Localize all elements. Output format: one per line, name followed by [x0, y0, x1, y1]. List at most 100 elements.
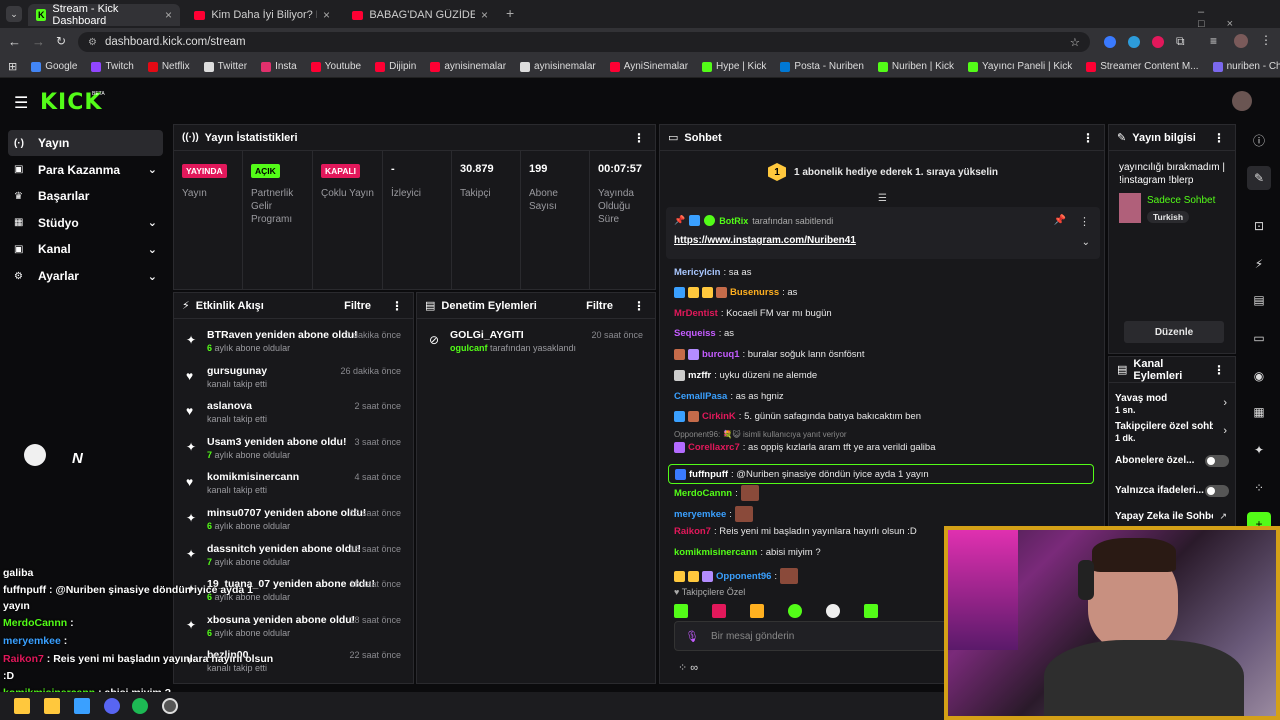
- broadcast-icon[interactable]: ◉: [1247, 364, 1271, 388]
- chat-message[interactable]: MerdoCannn:: [674, 485, 759, 501]
- chat-username[interactable]: burcuq1: [702, 349, 739, 360]
- sidebar-item-0[interactable]: (·) Yayın: [8, 130, 163, 156]
- bookmark-item[interactable]: Youtube: [310, 61, 361, 72]
- bookmark-item[interactable]: Streamer Content M...: [1086, 61, 1199, 72]
- pinned-link[interactable]: https://www.instagram.com/Nuriben41: [674, 235, 856, 246]
- bookmark-item[interactable]: nuriben - Channel S...: [1212, 61, 1280, 72]
- bookmark-item[interactable]: Yayıncı Paneli | Kick: [967, 61, 1072, 72]
- extension-icon[interactable]: [1104, 36, 1116, 48]
- bookmark-item[interactable]: Twitter: [203, 61, 247, 72]
- user-avatar[interactable]: [1232, 91, 1252, 111]
- event-item[interactable]: ♥ aslanova kanalı takip etti 2 saat önce: [174, 396, 413, 432]
- clipboard-icon[interactable]: ▤: [1247, 288, 1271, 312]
- emote-icon[interactable]: [712, 604, 726, 618]
- chat-username[interactable]: Mericylcin: [674, 267, 720, 278]
- extension-icon[interactable]: [1128, 36, 1140, 48]
- moderation-menu-icon[interactable]: ⋮: [633, 299, 645, 313]
- obs-icon[interactable]: [162, 698, 178, 714]
- channel-action-0[interactable]: Yavaş mod 1 sn. ›: [1115, 393, 1231, 419]
- close-tab-icon[interactable]: ×: [165, 8, 172, 22]
- chat-tools-icon[interactable]: ⁘ ∞: [678, 661, 698, 674]
- emote-icon[interactable]: [674, 604, 688, 618]
- bookmark-item[interactable]: Google: [31, 61, 77, 72]
- bookmark-item[interactable]: Dijipin: [375, 61, 416, 72]
- bookmark-item[interactable]: Hype | Kick: [702, 61, 766, 72]
- chat-bubble-icon[interactable]: ▭: [1247, 326, 1271, 350]
- media-control-icon[interactable]: ≡: [1210, 34, 1217, 48]
- bookmark-item[interactable]: AyniSinemalar: [609, 61, 688, 72]
- chat-message[interactable]: Opponent96:: [674, 568, 799, 584]
- bookmark-item[interactable]: Insta: [261, 61, 297, 72]
- new-tab-icon[interactable]: +: [506, 5, 514, 21]
- chat-message[interactable]: Busenurss: as: [674, 287, 797, 298]
- stream-info-menu-icon[interactable]: ⋮: [1213, 131, 1225, 145]
- chat-message[interactable]: fuffnpuff: @Nuriben şinasiye döndün iyic…: [668, 464, 1094, 484]
- close-tab-icon[interactable]: ×: [323, 8, 330, 22]
- chat-message[interactable]: CemallPasa: as as hgniz: [674, 391, 784, 402]
- bookmark-item[interactable]: aynisinemalar: [520, 61, 596, 72]
- chat-message[interactable]: Raikon7: Reis yeni mi başladın yayınlara…: [674, 526, 917, 537]
- emote-icon[interactable]: [788, 604, 802, 618]
- pinned-menu-icon[interactable]: ⋮: [1079, 215, 1090, 228]
- url-field[interactable]: ⚙ dashboard.kick.com/stream ☆: [78, 32, 1090, 52]
- chat-username[interactable]: CemallPasa: [674, 391, 727, 402]
- edit-button[interactable]: Düzenle: [1124, 321, 1224, 343]
- emote-icon[interactable]: [864, 604, 878, 618]
- info-icon[interactable]: ⓘ: [1247, 128, 1271, 152]
- lightning-icon[interactable]: ⚡: [1247, 252, 1271, 276]
- chat-username[interactable]: komikmisinercann: [674, 547, 757, 558]
- activity-filter-button[interactable]: Filtre: [344, 300, 371, 312]
- activity-menu-icon[interactable]: ⋮: [391, 299, 403, 313]
- app-icon[interactable]: [74, 698, 90, 714]
- menu-kebab-icon[interactable]: ⋮: [1260, 33, 1272, 47]
- chat-message[interactable]: MrDentist: Kocaeli FM var mı bugün: [674, 308, 832, 319]
- bookmark-item[interactable]: Netflix: [147, 61, 190, 72]
- bookmark-item[interactable]: Posta - Nuriben: [780, 61, 864, 72]
- chat-username[interactable]: mzffr: [688, 370, 711, 381]
- channel-action-1[interactable]: Takipçilere özel sohbet1 dk.›: [1115, 421, 1231, 447]
- emote-icon[interactable]: [826, 604, 840, 618]
- chat-username[interactable]: meryemkee: [674, 509, 726, 520]
- chat-username[interactable]: MrDentist: [674, 308, 718, 319]
- event-item[interactable]: ✦ BTRaven yeniden abone oldu! 6 aylık abon…: [174, 325, 413, 361]
- event-item[interactable]: ♥ gursugunay kanalı takip etti 26 dakika ön…: [174, 361, 413, 397]
- tab-search-icon[interactable]: ⌄: [6, 6, 22, 22]
- chat-message[interactable]: komikmisinercann: abisi miyim ?: [674, 547, 821, 558]
- tab-youtube-2[interactable]: BABAG'DAN GÜZİDE BİR PARÇA ×: [344, 4, 496, 26]
- sidebar-item-2[interactable]: ♛ Başarılar: [8, 183, 163, 209]
- chat-menu-icon[interactable]: ⋮: [1082, 131, 1094, 145]
- event-item[interactable]: ✦ minsu0707 yeniden abone oldu! 6 aylık ab…: [174, 503, 413, 539]
- chat-message[interactable]: Mericylcin: sa as: [674, 267, 751, 278]
- spotify-icon[interactable]: [132, 698, 148, 714]
- chat-username[interactable]: Raikon7: [674, 526, 711, 537]
- extensions-puzzle-icon[interactable]: ⧉: [1176, 34, 1185, 49]
- toggle-switch[interactable]: [1205, 455, 1229, 467]
- channel-action-2[interactable]: Abonelere özel...: [1115, 455, 1231, 481]
- bookmark-item[interactable]: Twitch: [91, 61, 134, 72]
- pinned-message[interactable]: 📌 BotRix tarafından sabitlendi https://w…: [666, 207, 1100, 259]
- chat-username[interactable]: Sequeiss: [674, 328, 716, 339]
- sidebar-item-5[interactable]: ⚙ Ayarlar ⌄: [8, 263, 163, 289]
- moderation-entry[interactable]: ⊘ GOLGi_AYGITI ogulcanf tarafından yasak…: [417, 325, 655, 361]
- event-item[interactable]: ♥ komikmisinercann kanalı takip etti 4 saat…: [174, 467, 413, 503]
- category-thumbnail[interactable]: [1119, 193, 1141, 223]
- chat-username[interactable]: CirkinK: [702, 411, 736, 422]
- bookmark-item[interactable]: Nuriben | Kick: [877, 61, 954, 72]
- sidebar-item-3[interactable]: ▦ Stüdyo ⌄: [8, 210, 163, 236]
- profile-avatar[interactable]: [1234, 34, 1248, 48]
- forward-icon[interactable]: →: [32, 34, 45, 49]
- chat-message[interactable]: CirkinK: 5. günün safagında batıya bakıc…: [674, 411, 921, 422]
- close-tab-icon[interactable]: ×: [481, 8, 488, 22]
- channel-actions-menu-icon[interactable]: ⋮: [1213, 363, 1225, 377]
- category-link[interactable]: Sadece Sohbet: [1147, 195, 1215, 206]
- tab-kick-dashboard[interactable]: K Stream - Kick Dashboard ×: [28, 3, 180, 27]
- chat-message[interactable]: burcuq1: buralar soğuk lann ösnfösnt: [674, 349, 864, 360]
- back-icon[interactable]: ←: [8, 34, 21, 49]
- discord-icon[interactable]: [104, 698, 120, 714]
- wrench-icon[interactable]: ✦: [1247, 438, 1271, 462]
- chat-message[interactable]: Sequeiss: as: [674, 328, 734, 339]
- reload-icon[interactable]: ↻: [56, 34, 66, 48]
- folder-icon[interactable]: [44, 698, 60, 714]
- hamburger-menu-icon[interactable]: ☰: [14, 93, 28, 113]
- site-info-icon[interactable]: ⚙: [88, 37, 97, 48]
